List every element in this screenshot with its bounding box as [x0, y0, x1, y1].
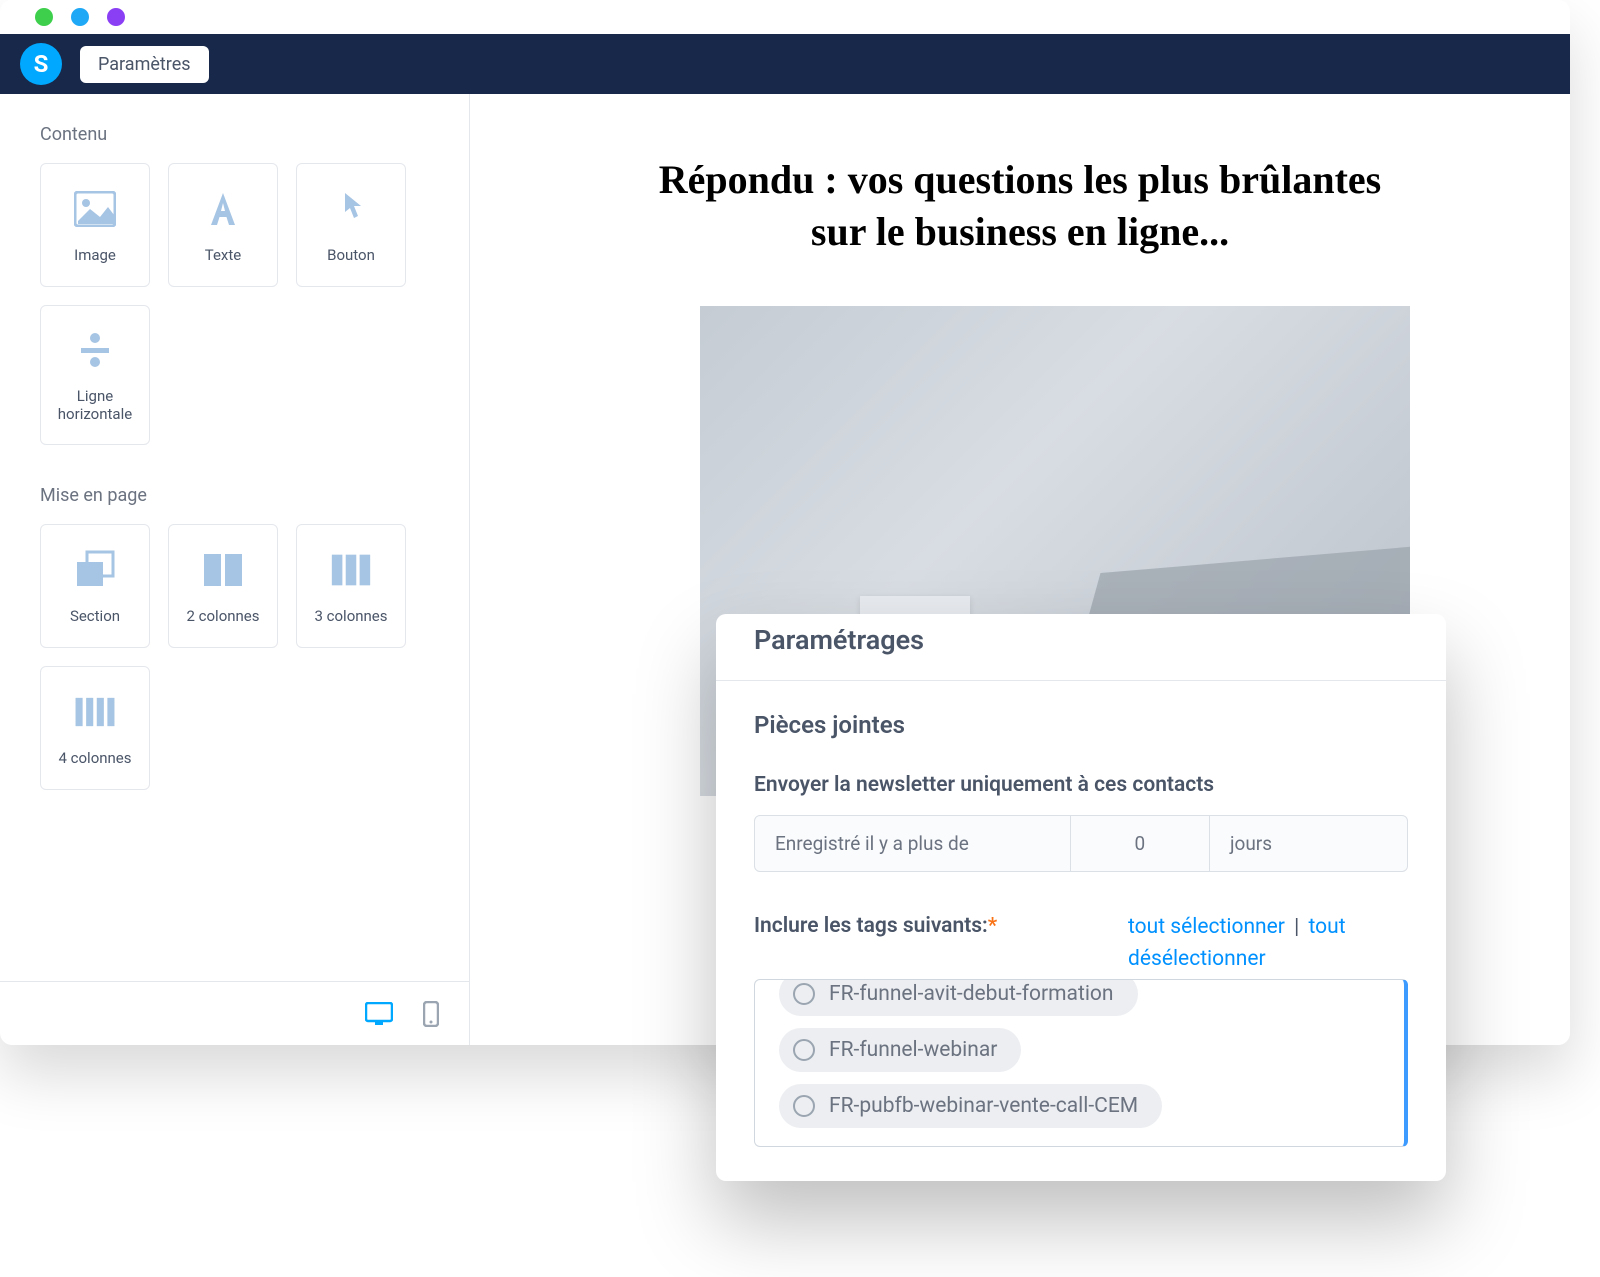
filter-value-input[interactable]: 0 [1071, 815, 1210, 872]
tags-actions: tout sélectionner | tout désélectionner [1128, 912, 1408, 975]
layout-tiles: Section 2 colonnes 3 colonnes [40, 524, 429, 790]
tile-button[interactable]: Bouton [296, 163, 406, 287]
filter-suffix-input[interactable]: jours [1210, 815, 1408, 872]
tag-label: FR-funnel-webinar [829, 1038, 997, 1062]
include-tags-label: Inclure les tags suivants:* [754, 912, 997, 941]
tile-label: 2 colonnes [180, 607, 265, 625]
tag-option[interactable]: FR-funnel-avit-debut-formation [779, 979, 1138, 1016]
tag-option[interactable]: FR-pubfb-webinar-vente-call-CEM [779, 1084, 1162, 1128]
tag-option[interactable]: FR-funnel-webinar [779, 1028, 1021, 1072]
topbar: S Paramètres [0, 34, 1570, 94]
tile-label: Texte [199, 246, 247, 264]
window-max-dot[interactable] [107, 8, 125, 26]
image-icon [72, 186, 118, 232]
tag-label: FR-funnel-avit-debut-formation [829, 982, 1114, 1006]
window-close-dot[interactable] [35, 8, 53, 26]
headline-line2: sur le business en ligne... [811, 209, 1229, 254]
titlebar [0, 0, 1570, 34]
radio-icon [793, 1039, 815, 1061]
section-icon [72, 547, 118, 593]
tile-text[interactable]: Texte [168, 163, 278, 287]
button-icon [328, 186, 374, 232]
page-headline[interactable]: Répondu : vos questions les plus brûlant… [470, 154, 1570, 258]
tile-label: Bouton [321, 246, 381, 264]
separator: | [1294, 915, 1299, 939]
layout-section-label: Mise en page [40, 485, 429, 506]
cols2-icon [200, 547, 246, 593]
tile-hr[interactable]: Ligne horizontale [40, 305, 150, 445]
tile-3cols[interactable]: 3 colonnes [296, 524, 406, 648]
attachments-heading: Pièces jointes [754, 711, 1408, 739]
filter-input-row: Enregistré il y a plus de 0 jours [754, 815, 1408, 872]
content-section-label: Contenu [40, 124, 429, 145]
radio-icon [793, 1095, 815, 1117]
tag-label: FR-pubfb-webinar-vente-call-CEM [829, 1094, 1138, 1118]
tile-image[interactable]: Image [40, 163, 150, 287]
radio-icon [793, 983, 815, 1005]
tile-label: Section [64, 607, 126, 625]
tags-header: Inclure les tags suivants:* tout sélecti… [754, 912, 1408, 975]
tile-label: Image [68, 246, 122, 264]
send-filter-label: Envoyer la newsletter uniquement à ces c… [754, 773, 1408, 797]
hr-icon [72, 327, 118, 373]
tile-label: 3 colonnes [308, 607, 393, 625]
tile-label: Ligne horizontale [41, 387, 149, 423]
tile-4cols[interactable]: 4 colonnes [40, 666, 150, 790]
tag-list[interactable]: FR-funnel-avit-debut-formation FR-funnel… [754, 979, 1408, 1147]
panel-title: Paramétrages [754, 624, 1408, 656]
tile-label: 4 colonnes [52, 749, 137, 767]
desktop-view-icon[interactable] [365, 1002, 393, 1026]
mobile-view-icon[interactable] [423, 1001, 439, 1027]
tile-2cols[interactable]: 2 colonnes [168, 524, 278, 648]
cols4-icon [72, 689, 118, 735]
panel-header: Paramétrages [716, 614, 1446, 681]
settings-panel: Paramétrages Pièces jointes Envoyer la n… [716, 614, 1446, 1181]
cols3-icon [328, 547, 374, 593]
headline-line1: Répondu : vos questions les plus brûlant… [659, 157, 1381, 202]
device-toggle-bar [0, 981, 469, 1045]
params-button[interactable]: Paramètres [80, 46, 209, 83]
content-tiles: Image Texte Bouton [40, 163, 429, 445]
app-logo[interactable]: S [20, 43, 62, 85]
sidebar: Contenu Image Texte [0, 94, 470, 1045]
text-icon [200, 186, 246, 232]
window-min-dot[interactable] [71, 8, 89, 26]
tile-section[interactable]: Section [40, 524, 150, 648]
select-all-link[interactable]: tout sélectionner [1128, 915, 1285, 939]
filter-prefix-select[interactable]: Enregistré il y a plus de [754, 815, 1071, 872]
panel-body: Pièces jointes Envoyer la newsletter uni… [716, 681, 1446, 1181]
